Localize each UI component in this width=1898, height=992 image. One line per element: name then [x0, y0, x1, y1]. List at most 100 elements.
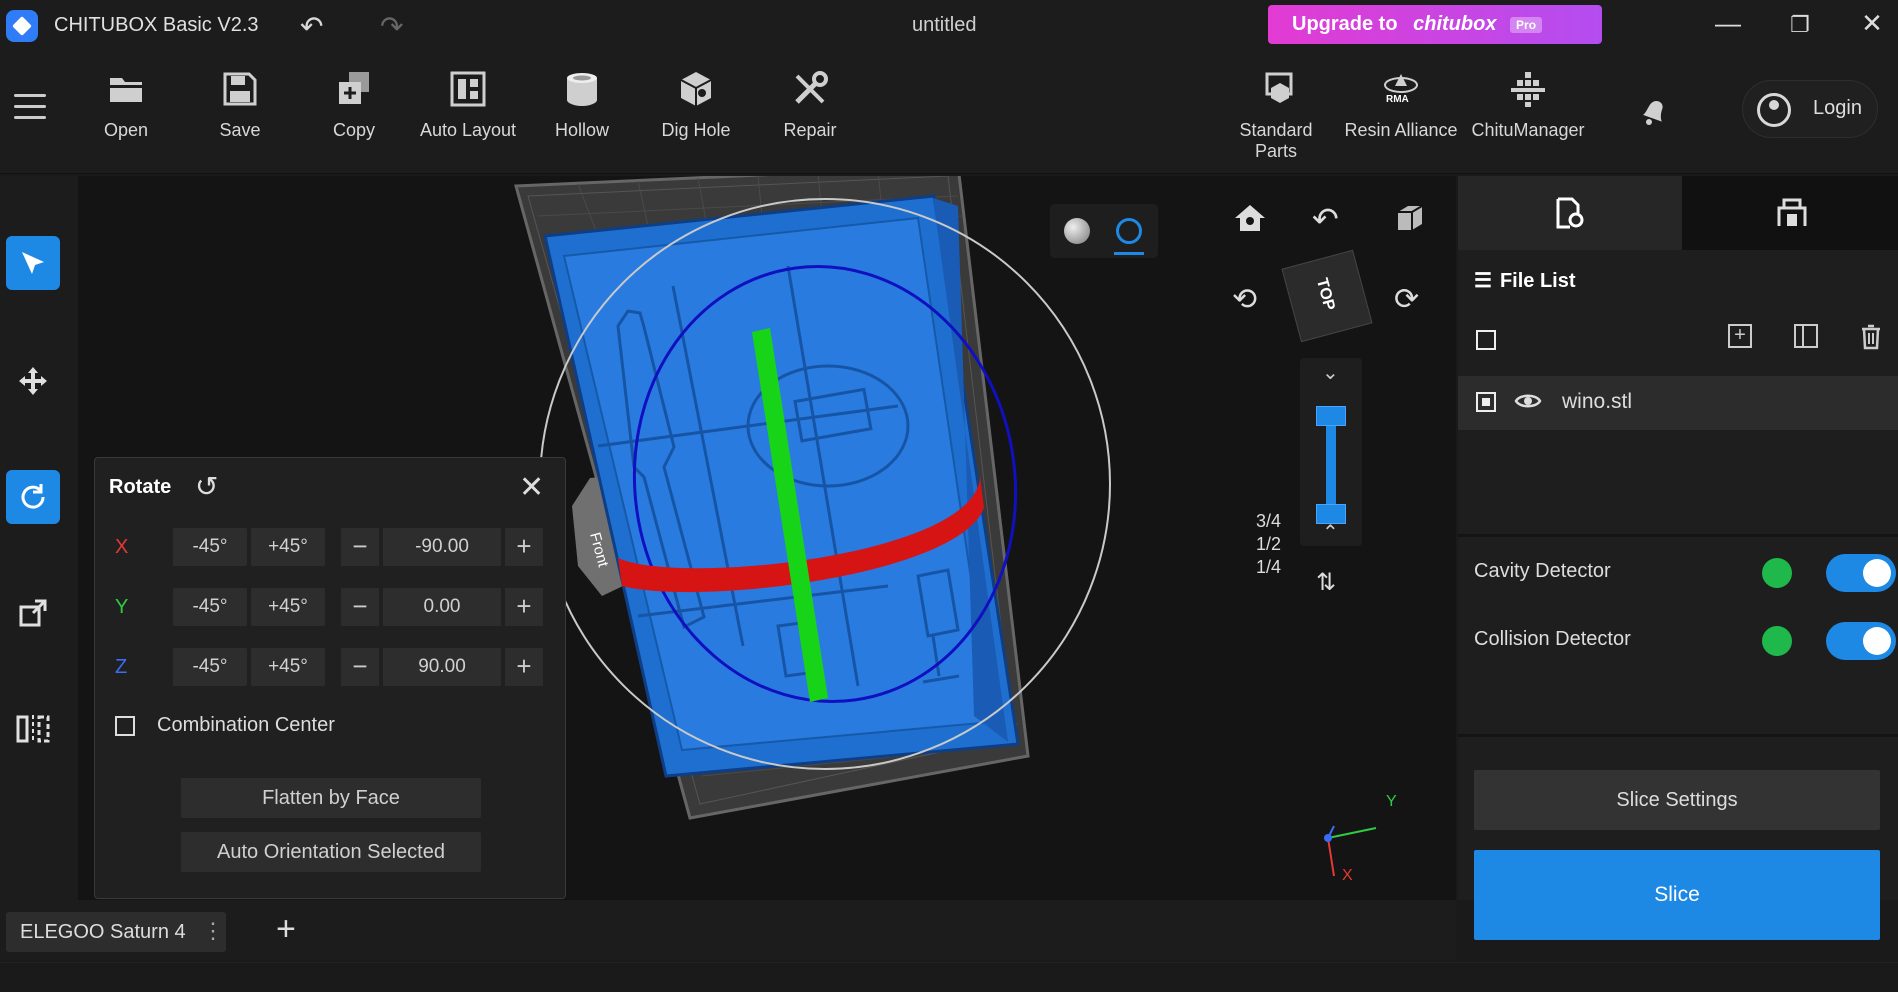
dig-hole-button[interactable]: Dig Hole [641, 70, 751, 141]
printer-menu-icon[interactable]: ⋮ [202, 918, 224, 944]
fraction-half: 1/2 [1256, 534, 1282, 554]
combination-center-checkbox[interactable] [115, 716, 135, 736]
layer-slider[interactable]: ⌄ ⌃ [1300, 358, 1362, 546]
rotate-tool-button[interactable] [6, 470, 60, 524]
x-minus-45-button[interactable]: -45° [173, 528, 247, 566]
upgrade-text: Upgrade to [1292, 13, 1398, 35]
layer-height-icon[interactable]: ⇅ [1316, 568, 1336, 597]
orbit-left-icon[interactable]: ⟲ [1232, 282, 1257, 317]
menu-icon[interactable] [14, 94, 46, 120]
mirror-icon [16, 715, 50, 743]
slider-top-handle[interactable] [1316, 406, 1346, 426]
y-plus-45-button[interactable]: +45° [251, 588, 325, 626]
x-rotation-input[interactable]: -90.00 [383, 528, 501, 566]
y-decrement-button[interactable]: − [341, 588, 379, 626]
slider-up-chevron-icon[interactable]: ⌃ [1322, 520, 1339, 545]
x-decrement-button[interactable]: − [341, 528, 379, 566]
slider-fraction-labels: 3/4 1/2 1/4 [1256, 510, 1281, 579]
reset-rotation-icon[interactable]: ↺ [195, 470, 218, 503]
tab-printer[interactable] [1682, 176, 1898, 250]
undo-icon[interactable]: ↶ [300, 10, 323, 43]
printer-tab[interactable]: ELEGOO Saturn 4 ⋮ [6, 912, 226, 952]
chitumanager-button[interactable]: ChituManager [1468, 70, 1588, 141]
app-title: CHITUBOX Basic V2.3 [54, 14, 259, 36]
xray-mode-icon[interactable] [1116, 218, 1142, 244]
delete-file-icon[interactable] [1860, 324, 1882, 355]
login-button[interactable]: Login [1742, 80, 1878, 138]
y-minus-45-button[interactable]: -45° [173, 588, 247, 626]
restore-icon[interactable]: ❐ [1780, 12, 1820, 38]
fraction-three-quarters: 3/4 [1256, 511, 1282, 531]
z-decrement-button[interactable]: − [341, 648, 379, 686]
flatten-by-face-button[interactable]: Flatten by Face [181, 778, 481, 818]
close-window-icon[interactable]: ✕ [1852, 8, 1892, 39]
x-plus-45-button[interactable]: +45° [251, 528, 325, 566]
cavity-detector-row: Cavity Detector [1474, 552, 1896, 592]
resin-alliance-button[interactable]: RMA Resin Alliance [1340, 70, 1462, 141]
mirror-tool-button[interactable] [6, 702, 60, 756]
collision-detector-toggle[interactable] [1826, 622, 1896, 660]
add-printer-button[interactable]: + [276, 910, 296, 949]
open-button[interactable]: Open [71, 70, 181, 141]
open-label: Open [103, 120, 149, 140]
repair-button[interactable]: Repair [755, 70, 865, 141]
save-button[interactable]: Save [185, 70, 295, 141]
upgrade-button[interactable]: Upgrade to chitubox Pro [1268, 5, 1602, 44]
standard-parts-button[interactable]: Standard Parts [1216, 70, 1336, 162]
z-minus-45-button[interactable]: -45° [173, 648, 247, 686]
x-axis-label: X [115, 536, 129, 558]
fraction-quarter: 1/4 [1256, 557, 1282, 577]
z-increment-button[interactable]: + [505, 648, 543, 686]
printer-tab-bar: ELEGOO Saturn 4 ⋮ + [0, 900, 1456, 960]
x-axis-row: X -45° +45° − -90.00 + [95, 528, 567, 568]
y-rotation-input[interactable]: 0.00 [383, 588, 501, 626]
tab-file-settings[interactable] [1458, 176, 1682, 250]
title-bar: CHITUBOX Basic V2.3 ↶ ↷ untitled Upgrade… [0, 0, 1898, 50]
collision-detector-row: Collision Detector [1474, 620, 1896, 660]
minimize-icon[interactable]: — [1708, 8, 1748, 39]
section-divider [1458, 734, 1898, 737]
document-title: untitled [912, 14, 977, 36]
perspective-view-icon[interactable] [1394, 202, 1426, 239]
scale-tool-button[interactable] [6, 586, 60, 640]
group-files-icon[interactable] [1794, 324, 1818, 348]
section-divider [1458, 534, 1898, 537]
home-view-icon[interactable] [1232, 202, 1268, 239]
copy-button[interactable]: Copy [299, 70, 409, 141]
view-cube-label: TOP [1312, 276, 1338, 313]
file-checkbox[interactable] [1476, 392, 1496, 412]
rotate-panel: Rotate ↺ ✕ X -45° +45° − -90.00 + Y -45°… [94, 457, 566, 899]
move-tool-button[interactable] [6, 354, 60, 408]
add-file-icon[interactable]: + [1728, 324, 1752, 348]
slice-settings-button[interactable]: Slice Settings [1474, 770, 1880, 830]
z-plus-45-button[interactable]: +45° [251, 648, 325, 686]
file-list-item[interactable]: wino.stl [1458, 376, 1898, 430]
slider-track [1326, 416, 1336, 514]
y-increment-button[interactable]: + [505, 588, 543, 626]
status-bar [0, 962, 1898, 992]
z-rotation-input[interactable]: 90.00 [383, 648, 501, 686]
slider-down-chevron-icon[interactable]: ⌄ [1322, 360, 1339, 385]
main-toolbar: Open Save Copy Auto Layout Hollow Dig Ho… [0, 50, 1898, 174]
auto-layout-button[interactable]: Auto Layout [413, 70, 523, 141]
axis-x-label: X [1342, 867, 1353, 884]
x-increment-button[interactable]: + [505, 528, 543, 566]
hollow-button[interactable]: Hollow [527, 70, 637, 141]
slice-button[interactable]: Slice [1474, 850, 1880, 940]
select-all-checkbox[interactable] [1476, 330, 1496, 350]
close-panel-icon[interactable]: ✕ [519, 470, 544, 505]
status-ok-smiley-icon [1762, 558, 1792, 588]
orbit-right-icon[interactable]: ⟳ [1394, 282, 1419, 317]
cavity-detector-toggle[interactable] [1826, 554, 1896, 592]
select-tool-button[interactable] [6, 236, 60, 290]
resin-alliance-label: Resin Alliance [1344, 120, 1458, 140]
redo-icon[interactable]: ↷ [380, 10, 403, 43]
rotate-view-left-icon[interactable]: ↶ [1312, 200, 1339, 238]
auto-orientation-button[interactable]: Auto Orientation Selected [181, 832, 481, 872]
auto-layout-label: Auto Layout [419, 120, 517, 140]
app-window: CHITUBOX Basic V2.3 ↶ ↷ untitled Upgrade… [0, 0, 1898, 992]
shaded-mode-icon[interactable] [1064, 218, 1090, 244]
visibility-eye-icon[interactable] [1514, 390, 1542, 417]
cavity-detector-label: Cavity Detector [1474, 560, 1611, 582]
notification-bell-icon[interactable] [1636, 94, 1670, 128]
